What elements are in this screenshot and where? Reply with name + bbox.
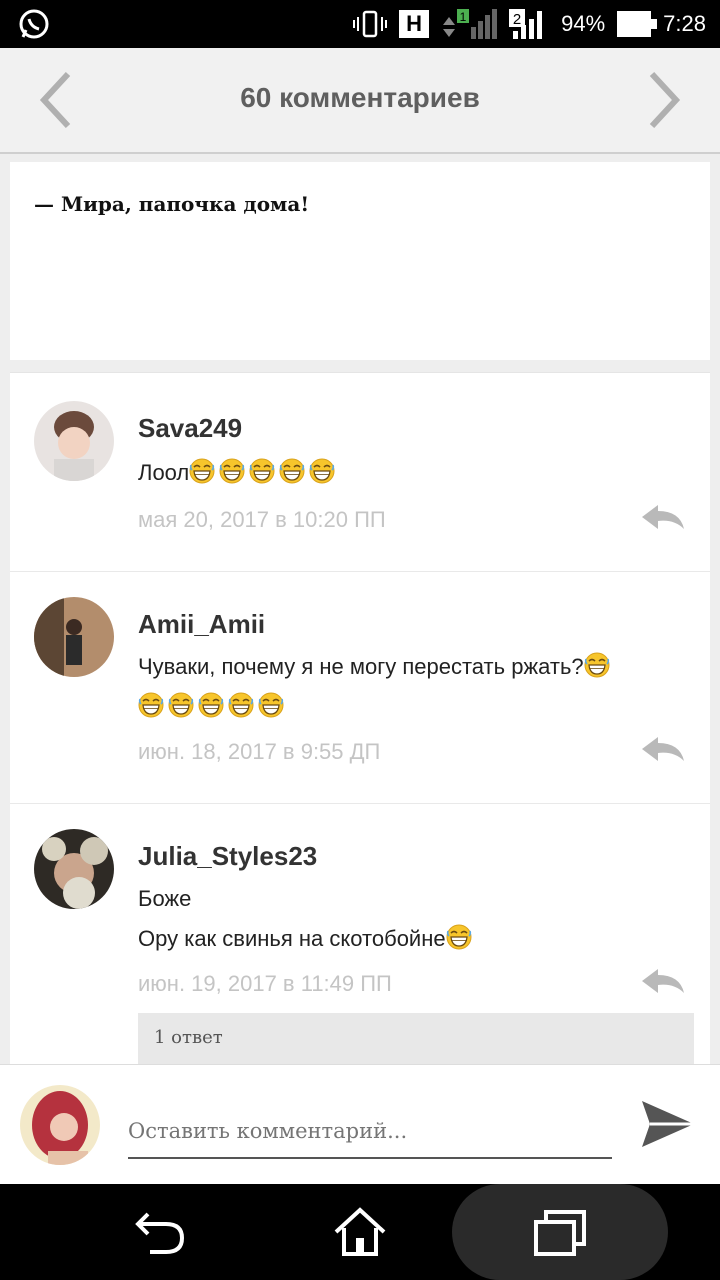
comment-text-line: Лоол [138,460,190,485]
vibrate-icon [353,10,388,38]
sim1-label: 1 [460,10,467,24]
battery-icon [617,11,658,37]
comment-username[interactable]: Amii_Amii [138,609,265,640]
grinning-squinting-emoji [168,691,194,718]
signal-icon-2: 2 [509,9,543,39]
grinning-squinting-emoji [228,691,254,718]
reply-arrow-icon[interactable] [640,967,686,997]
sim2-label: 2 [513,11,521,28]
recent-apps-icon[interactable] [532,1206,588,1258]
story-excerpt: — Мира, папочка дома! [10,162,710,360]
replies-toggle[interactable]: 1 ответ [138,1013,694,1065]
grinning-squinting-emoji [219,457,245,484]
comment-date: июн. 19, 2017 в 11:49 ПП [138,971,392,996]
status-bar: H 1 2 94% 7:28 [0,0,720,48]
avatar[interactable] [34,829,114,909]
comment-item: Amii_Amii Чуваки, почему я не могу перес… [10,571,710,804]
reply-arrow-icon[interactable] [640,735,686,765]
grinning-squinting-emoji [446,923,472,950]
avatar[interactable] [34,597,114,677]
comment-text-line: Чуваки, почему я не могу перестать ржать… [138,654,584,679]
current-user-avatar [20,1085,100,1165]
grinning-squinting-emoji [189,457,215,484]
grinning-squinting-emoji [279,457,305,484]
signal-icon: 1 [443,9,498,39]
comment-composer [0,1064,720,1185]
whatsapp-icon [19,9,49,39]
grinning-squinting-emoji [309,457,335,484]
grinning-squinting-emoji [258,691,284,718]
grinning-squinting-emoji [198,691,224,718]
comment-date: мая 20, 2017 в 10:20 ПП [138,507,386,532]
comment-item: Sava249 Лоол мая 20, 2017 в 10:20 ПП [10,373,710,572]
grinning-squinting-emoji [584,651,610,678]
comment-username[interactable]: Julia_Styles23 [138,841,317,872]
comment-text-line: Боже [138,886,192,911]
emoji-group [446,923,476,951]
comment-input[interactable] [128,1105,612,1159]
comment-date: июн. 18, 2017 в 9:55 ДП [138,739,381,764]
comment-text: Боже Ору как свинья на скотобойне [138,879,476,959]
send-icon[interactable] [640,1097,696,1151]
system-nav-bar [0,1184,720,1280]
comment-text-line: Ору как свинья на скотобойне [138,926,446,951]
comment-text: Чуваки, почему я не могу перестать ржать… [138,647,614,727]
comments-header: 60 комментариев [0,48,720,154]
grinning-squinting-emoji [249,457,275,484]
story-text: — Мира, папочка дома! [34,192,310,216]
comment-item: Julia_Styles23 Боже Ору как свинья на ск… [10,803,710,1065]
replies-label: 1 ответ [154,1027,223,1048]
avatar[interactable] [34,401,114,481]
comment-text: Лоол [138,453,339,493]
clock: 7:28 [663,11,706,36]
next-arrow-icon[interactable] [644,70,684,130]
reply-arrow-icon[interactable] [640,503,686,533]
grinning-squinting-emoji [138,691,164,718]
emoji-group [189,457,339,485]
comment-username[interactable]: Sava249 [138,413,242,444]
back-icon[interactable] [132,1206,188,1258]
network-type-badge: H [399,10,430,38]
page-title: 60 комментариев [240,82,480,113]
battery-percent: 94% [561,11,606,36]
comment-list[interactable]: Sava249 Лоол мая 20, 2017 в 10:20 ПП Ami… [10,372,710,1065]
home-icon[interactable] [332,1206,388,1258]
emoji-group [584,651,614,679]
emoji-group [138,691,288,719]
